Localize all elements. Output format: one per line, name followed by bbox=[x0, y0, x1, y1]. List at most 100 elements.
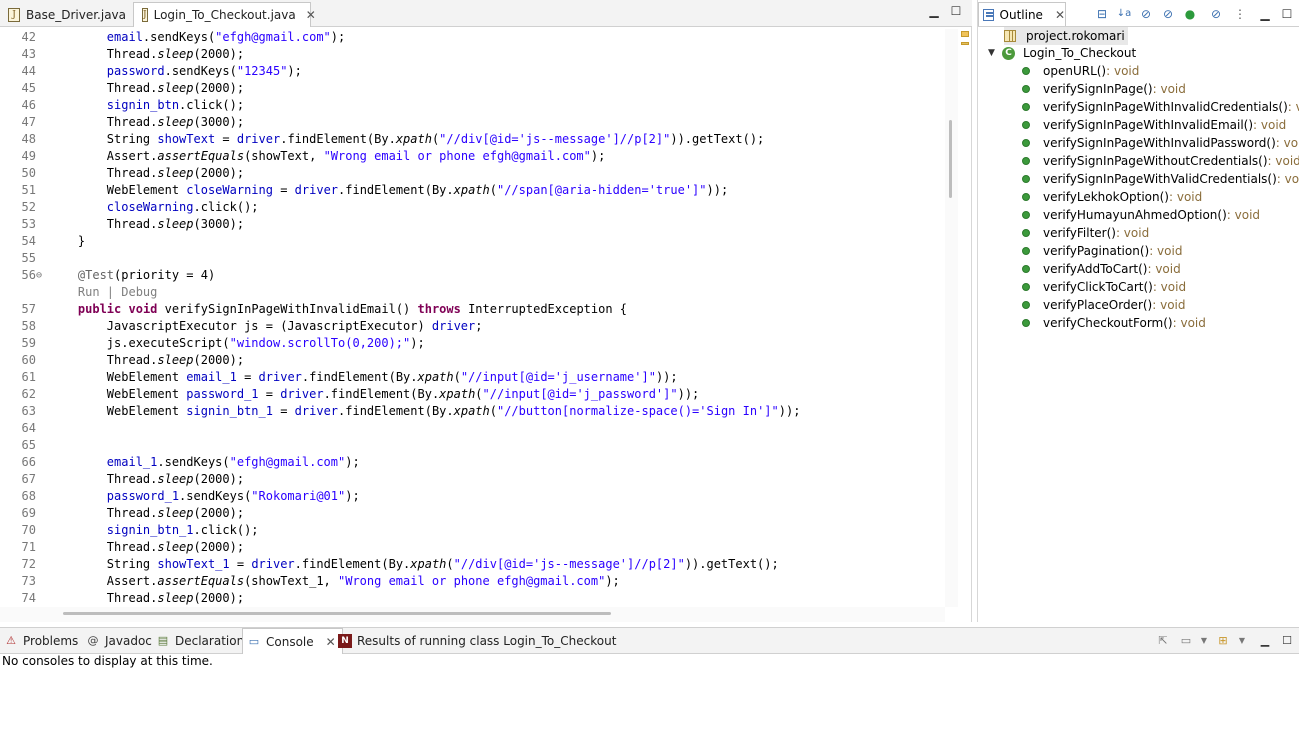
code-area[interactable]: 42 email.sendKeys("efgh@gmail.com"); 43 T… bbox=[0, 29, 945, 607]
code-line[interactable]: 67 Thread.sleep(2000); bbox=[0, 471, 945, 488]
chevron-down-icon[interactable]: ▼ bbox=[1234, 633, 1250, 649]
method-node[interactable]: verifySignInPageWithInvalidPassword() : … bbox=[1022, 134, 1299, 152]
tab-testng-results[interactable]: N Results of running class Login_To_Chec… bbox=[338, 628, 616, 654]
code-line[interactable]: 53 Thread.sleep(3000); bbox=[0, 216, 945, 233]
code-line[interactable]: 43 Thread.sleep(2000); bbox=[0, 46, 945, 63]
class-node[interactable]: ▼ C Login_To_Checkout bbox=[988, 44, 1136, 62]
code-line[interactable]: 72 String showText_1 = driver.findElemen… bbox=[0, 556, 945, 573]
chevron-down-icon[interactable]: ▼ bbox=[1196, 633, 1212, 649]
warning-marker[interactable] bbox=[961, 31, 969, 37]
hide-non-public-icon[interactable]: ● bbox=[1182, 6, 1198, 22]
code-line[interactable]: 56 ⊖ @Test(priority = 4) bbox=[0, 267, 945, 284]
code-line[interactable]: 61 WebElement email_1 = driver.findEleme… bbox=[0, 369, 945, 386]
code-line[interactable]: 46 signin_btn.click(); bbox=[0, 97, 945, 114]
code-text: Thread.sleep(2000); bbox=[49, 506, 245, 520]
method-node[interactable]: verifySignInPageWithInvalidEmail() : voi… bbox=[1022, 116, 1286, 134]
code-line[interactable]: 62 WebElement password_1 = driver.findEl… bbox=[0, 386, 945, 403]
tab-outline[interactable]: Outline ✕ bbox=[978, 2, 1066, 27]
fold-toggle-icon[interactable]: ⊖ bbox=[36, 267, 46, 284]
code-line[interactable]: 66 email_1.sendKeys("efgh@gmail.com"); bbox=[0, 454, 945, 471]
package-node[interactable]: project.rokomari bbox=[1004, 27, 1128, 45]
code-line[interactable]: 59 js.executeScript("window.scrollTo(0,2… bbox=[0, 335, 945, 352]
bottom-tab-bar: ⚠ Problems @ Javadoc ▤ Declaration ▭ Con… bbox=[0, 628, 1299, 654]
code-text: Thread.sleep(2000); bbox=[49, 47, 245, 61]
pin-console-icon[interactable]: ⇱ bbox=[1155, 633, 1171, 649]
method-name: openURL() bbox=[1043, 64, 1107, 78]
horizontal-scrollbar[interactable] bbox=[0, 607, 945, 622]
chevron-down-icon[interactable]: ▼ bbox=[988, 48, 998, 58]
code-line[interactable]: 63 WebElement signin_btn_1 = driver.find… bbox=[0, 403, 945, 420]
method-node[interactable]: verifyFilter() : void bbox=[1022, 224, 1149, 242]
code-line[interactable]: 52 closeWarning.click(); bbox=[0, 199, 945, 216]
code-line[interactable]: 60 Thread.sleep(2000); bbox=[0, 352, 945, 369]
vertical-scrollbar[interactable] bbox=[945, 29, 958, 607]
code-line[interactable]: 42 email.sendKeys("efgh@gmail.com"); bbox=[0, 29, 945, 46]
view-menu-icon[interactable]: ⋮ bbox=[1232, 6, 1248, 22]
code-line[interactable]: 55 bbox=[0, 250, 945, 267]
maximize-icon[interactable]: ☐ bbox=[949, 5, 963, 19]
code-line[interactable]: 65 bbox=[0, 437, 945, 454]
code-line[interactable]: 57 public void verifySignInPageWithInval… bbox=[0, 301, 945, 318]
code-line[interactable]: 68 password_1.sendKeys("Rokomari@01"); bbox=[0, 488, 945, 505]
code-line[interactable]: Run | Debug bbox=[0, 284, 945, 301]
annotation-marker[interactable] bbox=[961, 42, 969, 45]
tab-javadoc[interactable]: @ Javadoc bbox=[86, 628, 152, 654]
tab-base-driver[interactable]: J Base_Driver.java bbox=[0, 2, 133, 27]
maximize-icon[interactable]: ☐ bbox=[1279, 633, 1295, 649]
code-line[interactable]: 45 Thread.sleep(2000); bbox=[0, 80, 945, 97]
tab-problems[interactable]: ⚠ Problems bbox=[4, 628, 78, 654]
tab-console[interactable]: ▭ Console ✕ bbox=[242, 628, 343, 654]
code-line[interactable]: 58 JavascriptExecutor js = (JavascriptEx… bbox=[0, 318, 945, 335]
minimize-icon[interactable]: ▁ bbox=[1257, 633, 1273, 649]
sort-icon[interactable]: ↓a bbox=[1116, 6, 1132, 22]
hide-static-icon[interactable]: ⊘ bbox=[1160, 6, 1176, 22]
code-line[interactable]: 44 password.sendKeys("12345"); bbox=[0, 63, 945, 80]
method-node[interactable]: verifySignInPage() : void bbox=[1022, 80, 1186, 98]
code-line[interactable]: 64 bbox=[0, 420, 945, 437]
tab-login-to-checkout[interactable]: J Login_To_Checkout.java ✕ bbox=[133, 2, 316, 27]
method-node[interactable]: verifyLekhokOption() : void bbox=[1022, 188, 1202, 206]
code-line[interactable]: 69 Thread.sleep(2000); bbox=[0, 505, 945, 522]
code-line[interactable]: 71 Thread.sleep(2000); bbox=[0, 539, 945, 556]
vertical-scroll-thumb[interactable] bbox=[949, 120, 952, 198]
method-node[interactable]: verifyCheckoutForm() : void bbox=[1022, 314, 1206, 332]
open-console-icon[interactable]: ⊞ bbox=[1215, 633, 1231, 649]
code-line[interactable]: 73 Assert.assertEquals(showText_1, "Wron… bbox=[0, 573, 945, 590]
maximize-icon[interactable]: ☐ bbox=[1279, 6, 1295, 22]
method-node[interactable]: verifySignInPageWithValidCredentials() :… bbox=[1022, 170, 1299, 188]
method-node[interactable]: verifyPagination() : void bbox=[1022, 242, 1182, 260]
code-line[interactable]: 50 Thread.sleep(2000); bbox=[0, 165, 945, 182]
minimize-icon[interactable]: ▁ bbox=[927, 5, 941, 19]
line-number: 42 bbox=[21, 30, 36, 44]
method-node[interactable]: verifySignInPageWithoutCredentials() : v… bbox=[1022, 152, 1299, 170]
declaration-icon: ▤ bbox=[157, 634, 169, 647]
method-node[interactable]: verifySignInPageWithInvalidCredentials()… bbox=[1022, 98, 1299, 116]
method-node[interactable]: verifyPlaceOrder() : void bbox=[1022, 296, 1186, 314]
code-line[interactable]: 54 } bbox=[0, 233, 945, 250]
line-number: 49 bbox=[21, 149, 36, 163]
hide-fields-icon[interactable]: ⊘ bbox=[1138, 6, 1154, 22]
code-line[interactable]: 70 signin_btn_1.click(); bbox=[0, 522, 945, 539]
close-tab-icon[interactable]: ✕ bbox=[306, 8, 316, 22]
method-node[interactable]: verifyClickToCart() : void bbox=[1022, 278, 1186, 296]
horizontal-scroll-thumb[interactable] bbox=[63, 612, 611, 615]
code-line[interactable]: 51 WebElement closeWarning = driver.find… bbox=[0, 182, 945, 199]
method-node[interactable]: verifyAddToCart() : void bbox=[1022, 260, 1181, 278]
code-line[interactable]: 48 String showText = driver.findElement(… bbox=[0, 131, 945, 148]
collapse-all-icon[interactable]: ⊟ bbox=[1094, 6, 1110, 22]
java-file-icon: J bbox=[142, 8, 148, 22]
code-text: WebElement signin_btn_1 = driver.findEle… bbox=[49, 404, 801, 418]
tab-declaration[interactable]: ▤ Declaration bbox=[156, 628, 244, 654]
minimize-icon[interactable]: ▁ bbox=[1257, 6, 1273, 22]
code-line[interactable]: 74 Thread.sleep(2000); bbox=[0, 590, 945, 607]
method-node[interactable]: openURL() : void bbox=[1022, 62, 1139, 80]
code-line[interactable]: 49 Assert.assertEquals(showText, "Wrong … bbox=[0, 148, 945, 165]
code-text: Thread.sleep(2000); bbox=[49, 353, 245, 367]
close-outline-icon[interactable]: ✕ bbox=[1055, 8, 1065, 22]
close-console-icon[interactable]: ✕ bbox=[326, 635, 336, 649]
hide-local-types-icon[interactable]: ⊘ bbox=[1208, 6, 1224, 22]
code-line[interactable]: 47 Thread.sleep(3000); bbox=[0, 114, 945, 131]
display-console-icon[interactable]: ▭ bbox=[1178, 633, 1194, 649]
method-node[interactable]: verifyHumayunAhmedOption() : void bbox=[1022, 206, 1260, 224]
public-method-icon bbox=[1022, 319, 1030, 327]
